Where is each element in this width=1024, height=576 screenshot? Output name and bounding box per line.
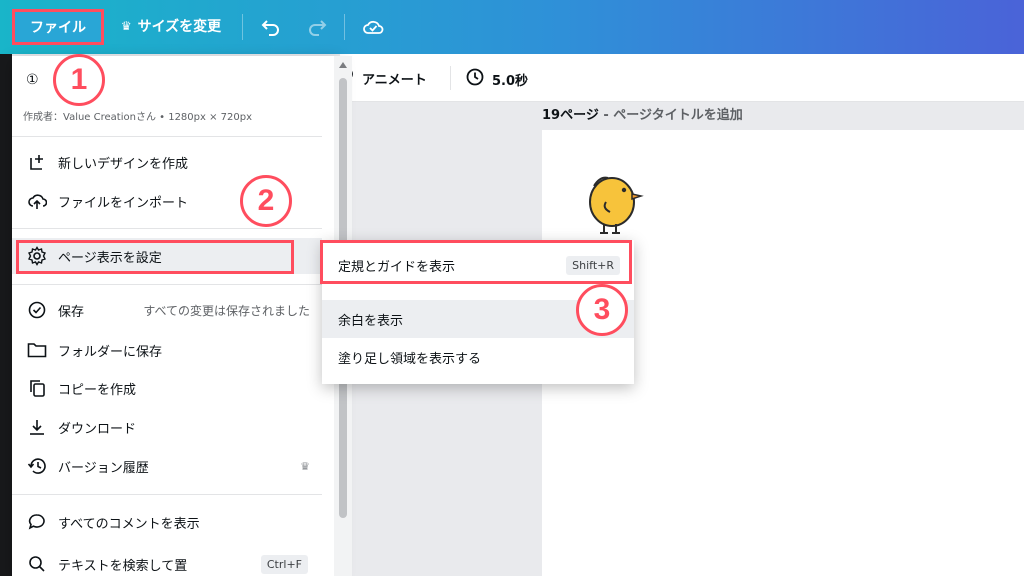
- plus-square-icon: [26, 151, 48, 173]
- menu-item-make-copy[interactable]: コピーを作成: [12, 370, 322, 406]
- menu-item-label: ダウンロード: [58, 421, 137, 437]
- menu-item-save[interactable]: 保存 すべての変更は保存されました: [12, 292, 322, 328]
- copy-icon: [26, 377, 48, 399]
- clock-icon: [466, 68, 484, 90]
- highlight-rulers-guides: [320, 240, 632, 284]
- menu-divider: [12, 494, 322, 495]
- annotation-number-1: 1: [53, 54, 105, 106]
- file-menu-button[interactable]: ファイル: [12, 9, 104, 45]
- annotation-number-3: 3: [576, 284, 628, 336]
- menu-divider: [12, 284, 322, 285]
- redo-icon[interactable]: [304, 14, 330, 40]
- menu-item-label: すべてのコメントを表示: [58, 516, 200, 532]
- highlight-page-view-settings: [16, 240, 294, 274]
- scroll-up-arrow-icon[interactable]: [339, 62, 347, 68]
- menu-item-download[interactable]: ダウンロード: [12, 409, 322, 445]
- document-meta: 作成者：Value Creationさん • 1280px × 720px: [23, 112, 253, 123]
- shortcut-badge: Ctrl+F: [260, 554, 308, 574]
- cloud-check-icon[interactable]: [360, 14, 386, 40]
- animate-button[interactable]: アニメート: [340, 68, 427, 88]
- page-number: 19ページ: [542, 108, 599, 123]
- menu-item-label: フォルダーに保存: [58, 344, 163, 360]
- undo-icon[interactable]: [258, 14, 284, 40]
- file-menu: ① 作成者：Value Creationさん • 1280px × 720px …: [12, 56, 352, 576]
- submenu-item-label: 塗り足し領域を表示する: [338, 351, 482, 367]
- page-separator: -: [598, 108, 614, 123]
- cloud-upload-icon: [26, 190, 48, 212]
- submenu-item-label: 余白を表示: [338, 313, 404, 329]
- crown-icon: ♛: [120, 19, 132, 33]
- menu-item-label: ファイルをインポート: [58, 195, 189, 211]
- search-icon: [26, 553, 48, 575]
- menu-item-label: テキストを検索して置: [58, 558, 188, 574]
- menu-item-version-history[interactable]: バージョン履歴 ♛: [12, 448, 322, 484]
- menu-item-label: コピーを作成: [58, 382, 137, 398]
- folder-icon: [26, 339, 48, 361]
- save-status-text: すべての変更は保存されました: [143, 303, 310, 318]
- comment-icon: [26, 511, 48, 533]
- file-menu-label: ファイル: [30, 20, 86, 36]
- toolbar-divider: [344, 14, 345, 40]
- top-toolbar: ファイル ♛ サイズを変更: [0, 0, 1024, 54]
- submenu-item-show-bleed[interactable]: 塗り足し領域を表示する: [322, 338, 634, 376]
- check-circle-icon: [26, 299, 48, 321]
- side-panel-strip: [0, 54, 12, 576]
- menu-item-new-design[interactable]: 新しいデザインを作成: [12, 144, 322, 180]
- history-icon: [26, 455, 48, 477]
- menu-item-label: 新しいデザインを作成: [58, 156, 189, 172]
- animate-label: アニメート: [362, 72, 427, 88]
- document-title[interactable]: ①: [26, 72, 39, 88]
- annotation-number-2: 2: [240, 175, 292, 227]
- resize-label: サイズを変更: [137, 19, 222, 35]
- menu-item-show-comments[interactable]: すべてのコメントを表示: [12, 504, 322, 540]
- page-title-placeholder: ページタイトルを追加: [613, 108, 743, 123]
- menu-item-label: バージョン履歴: [58, 460, 149, 476]
- page-title-bar[interactable]: 19ページ - ページタイトルを追加: [542, 104, 743, 123]
- resize-button[interactable]: ♛ サイズを変更: [116, 9, 226, 43]
- chick-illustration[interactable]: [584, 172, 644, 240]
- menu-item-save-to-folder[interactable]: フォルダーに保存: [12, 332, 322, 368]
- download-icon: [26, 416, 48, 438]
- menu-divider: [12, 136, 322, 137]
- duration-button[interactable]: 5.0秒: [466, 68, 528, 90]
- editor-toolbar-divider: [450, 66, 451, 90]
- menu-divider: [12, 228, 322, 229]
- crown-icon: ♛: [300, 459, 310, 473]
- menu-item-label: 保存: [58, 304, 85, 320]
- menu-item-find-replace[interactable]: テキストを検索して置 Ctrl+F: [12, 546, 322, 576]
- editor-toolbar: アニメート 5.0秒: [340, 54, 1024, 102]
- duration-label: 5.0秒: [492, 73, 529, 89]
- toolbar-divider: [242, 14, 243, 40]
